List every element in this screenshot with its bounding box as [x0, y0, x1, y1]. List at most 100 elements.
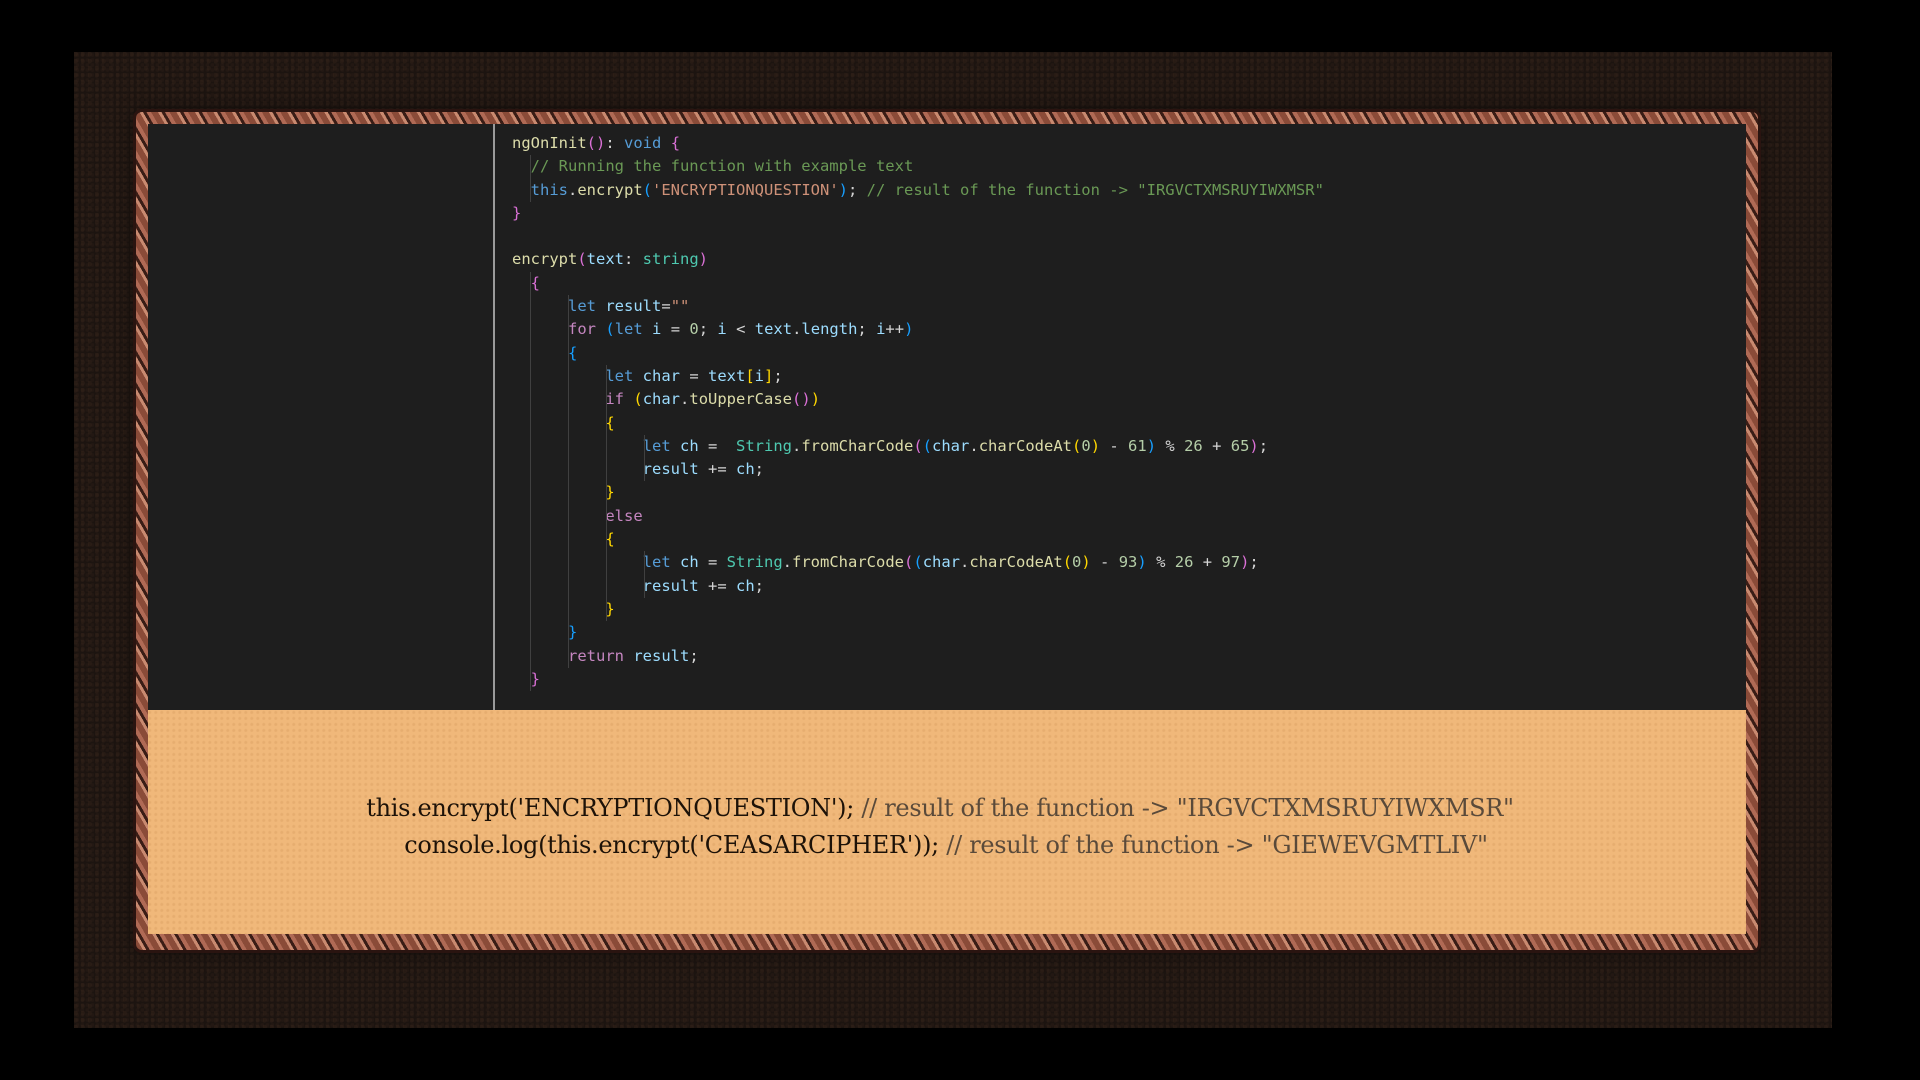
- indent-guide: [606, 411, 607, 435]
- code-token: ): [698, 250, 709, 269]
- code-token: charCodeAt: [969, 553, 1063, 572]
- indent-guide: [530, 504, 531, 529]
- caption-line-1-comment: // result of the function -> "IRGVCTXMSR…: [861, 794, 1514, 822]
- caption-line-1-code: this.encrypt('ENCRYPTIONQUESTION');: [366, 794, 862, 822]
- indent-guide: [530, 318, 531, 342]
- indent-guide: [606, 481, 607, 505]
- code-token: (: [1072, 436, 1082, 455]
- indent-guide: [606, 434, 607, 459]
- code-token: encrypt: [512, 250, 578, 269]
- code-token: +: [1202, 436, 1231, 455]
- indent-guide: [530, 411, 531, 435]
- code-token: (: [792, 390, 802, 409]
- code-token: .: [782, 553, 793, 572]
- indent-guide: [568, 364, 569, 389]
- code-line: result += ch;: [512, 574, 1324, 598]
- code-token: }: [530, 669, 541, 688]
- code-token: %: [1156, 436, 1185, 455]
- code-token: ]: [764, 366, 774, 385]
- code-line: ngOnInit(): void {: [512, 132, 1324, 155]
- indent-guide: [568, 597, 569, 622]
- code-token: ): [1081, 553, 1091, 572]
- code-token: }: [512, 203, 522, 222]
- code-token: (: [586, 134, 596, 152]
- code-token: +=: [698, 576, 736, 595]
- editor-gutter-border: [493, 124, 495, 710]
- code-token: for: [568, 320, 596, 339]
- code-token: -: [1090, 553, 1119, 572]
- code-token: // result of the function -> "IRGVCTXMSR…: [866, 180, 1324, 199]
- code-token: <: [726, 320, 755, 339]
- code-token: 0: [1081, 436, 1091, 455]
- code-token: :: [624, 250, 643, 269]
- code-token: ++: [885, 320, 905, 339]
- indent-guide: [606, 528, 607, 552]
- code-token: let: [614, 320, 643, 339]
- code-token: ngOnInit: [512, 134, 587, 152]
- indent-guide: [530, 155, 531, 179]
- code-token: %: [1146, 553, 1175, 572]
- indent-guide: [530, 364, 531, 389]
- code-token: 97: [1221, 553, 1241, 572]
- code-token: i: [717, 320, 727, 339]
- code-token: .: [969, 436, 979, 455]
- indent-guide: [530, 271, 531, 296]
- indent-guide: [530, 667, 531, 692]
- code-token: fromCharCode: [792, 553, 904, 572]
- code-token: .: [680, 390, 690, 409]
- code-line: let ch = String.fromCharCode((char.charC…: [512, 551, 1324, 575]
- slide-content: ngOnInit(): void { // Running the functi…: [148, 124, 1746, 934]
- code-token: string: [642, 250, 699, 269]
- indent-guide: [606, 574, 607, 598]
- code-line: }: [512, 481, 1324, 505]
- code-token: 'ENCRYPTIONQUESTION': [652, 180, 839, 199]
- code-token: 0: [1072, 553, 1082, 572]
- indent-guide: [530, 341, 531, 365]
- code-token: ): [801, 390, 811, 409]
- indent-guide: [530, 388, 531, 412]
- indent-guide: [644, 434, 645, 459]
- indent-guide: [530, 481, 531, 505]
- code-token: encrypt: [577, 180, 643, 199]
- indent-guide: [644, 574, 645, 598]
- code-token: let: [605, 366, 634, 385]
- code-token: .: [792, 320, 802, 339]
- code-token: ;: [848, 180, 867, 199]
- code-token: ): [1137, 553, 1147, 572]
- code-token: length: [801, 320, 858, 339]
- code-block: ngOnInit(): void { // Running the functi…: [512, 132, 1324, 692]
- code-line: this.encrypt('ENCRYPTIONQUESTION'); // r…: [512, 178, 1324, 202]
- code-token: i: [652, 320, 662, 339]
- code-token: ;: [1258, 436, 1269, 455]
- code-screenshot: ngOnInit(): void { // Running the functi…: [148, 124, 1746, 710]
- indent-guide: [606, 388, 607, 412]
- code-token: (: [577, 250, 587, 269]
- code-line: let result="": [512, 295, 1324, 319]
- code-token: (: [922, 436, 933, 455]
- code-line: }: [512, 202, 1324, 225]
- indent-guide: [530, 597, 531, 622]
- caption-panel: this.encrypt('ENCRYPTIONQUESTION'); // r…: [148, 710, 1746, 934]
- indent-guide: [606, 504, 607, 529]
- indent-guide: [644, 551, 645, 575]
- code-token: this: [530, 180, 568, 199]
- code-token: (: [605, 320, 615, 339]
- code-token: // Running the function with example tex…: [530, 157, 914, 176]
- code-token: let: [568, 297, 596, 316]
- indent-guide: [530, 528, 531, 552]
- code-token: return: [568, 646, 624, 665]
- code-token: toUpperCase: [689, 390, 793, 409]
- caption-line-1: this.encrypt('ENCRYPTIONQUESTION'); // r…: [148, 794, 1739, 822]
- code-token: 26: [1184, 436, 1203, 455]
- code-token: ;: [773, 366, 783, 385]
